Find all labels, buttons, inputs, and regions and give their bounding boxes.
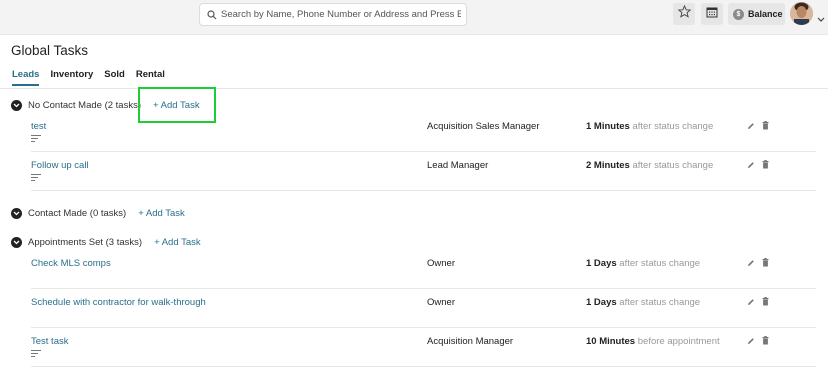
collapse-toggle-icon[interactable] xyxy=(11,208,22,219)
pencil-icon[interactable] xyxy=(747,298,755,309)
pencil-icon[interactable] xyxy=(747,161,755,172)
task-row: test Acquisition Sales Manager 1 Minutes… xyxy=(31,113,816,152)
task-name-link[interactable]: Check MLS comps xyxy=(31,258,111,269)
task-timing-amount: 1 Days xyxy=(586,258,617,269)
task-timing: 1 Days after status change xyxy=(586,258,700,269)
task-role: Acquisition Sales Manager xyxy=(427,121,540,132)
trash-icon[interactable] xyxy=(762,297,769,309)
task-role: Lead Manager xyxy=(427,160,489,171)
chevron-down-icon[interactable] xyxy=(817,10,825,28)
task-name-link[interactable]: Follow up call xyxy=(31,160,89,171)
task-timing: 2 Minutes after status change xyxy=(586,160,713,171)
search-input[interactable] xyxy=(221,9,461,20)
dollar-coin-icon: $ xyxy=(733,8,744,20)
task-name-link[interactable]: Test task xyxy=(31,336,69,347)
task-row: Schedule with contractor for walk-throug… xyxy=(31,289,816,328)
page-title: Global Tasks xyxy=(11,43,89,58)
balance-button[interactable]: $ Balance xyxy=(728,3,785,25)
search-box[interactable] xyxy=(199,3,467,26)
star-icon xyxy=(677,4,691,23)
pencil-icon[interactable] xyxy=(747,259,755,270)
avatar[interactable] xyxy=(790,2,813,25)
trash-icon[interactable] xyxy=(762,160,769,172)
task-timing-relation: after status change xyxy=(619,258,701,269)
task-timing-relation: after status change xyxy=(632,121,714,132)
tab-leads[interactable]: Leads xyxy=(12,69,40,86)
task-timing-relation: before appointment xyxy=(637,336,720,347)
tab-bar: Leads Inventory Sold Rental xyxy=(12,69,176,86)
task-timing: 1 Days after status change xyxy=(586,297,700,308)
tab-rental[interactable]: Rental xyxy=(136,69,165,86)
top-bar: $ Balance xyxy=(0,0,828,35)
task-name-link[interactable]: Schedule with contractor for walk-throug… xyxy=(31,297,206,308)
description-icon xyxy=(31,173,41,184)
task-timing-amount: 2 Minutes xyxy=(586,160,630,171)
collapse-toggle-icon[interactable] xyxy=(11,100,22,111)
add-task-button[interactable]: + Add Task xyxy=(138,208,185,219)
task-timing-amount: 10 Minutes xyxy=(586,336,636,347)
group-title: Appointments Set (3 tasks) xyxy=(28,237,143,248)
task-row: Check MLS comps Owner 1 Days after statu… xyxy=(31,250,816,289)
calendar-icon xyxy=(706,5,718,23)
task-row: Test task Acquisition Manager 10 Minutes… xyxy=(31,328,816,367)
trash-icon[interactable] xyxy=(762,258,769,270)
description-icon xyxy=(31,349,41,360)
tab-inventory[interactable]: Inventory xyxy=(50,69,93,86)
group-title: Contact Made (0 tasks) xyxy=(28,208,127,219)
task-name-link[interactable]: test xyxy=(31,121,46,132)
task-timing-relation: after status change xyxy=(632,160,714,171)
add-task-button[interactable]: + Add Task xyxy=(154,237,201,248)
group-header-contact-made: Contact Made (0 tasks) + Add Task xyxy=(11,208,185,219)
trash-icon[interactable] xyxy=(762,336,769,348)
task-role: Acquisition Manager xyxy=(427,336,514,347)
task-role: Owner xyxy=(427,258,455,269)
pencil-icon[interactable] xyxy=(747,337,755,348)
pencil-icon[interactable] xyxy=(747,122,755,133)
task-row: Follow up call Lead Manager 2 Minutes af… xyxy=(31,152,816,191)
balance-label: Balance xyxy=(748,9,783,19)
favorites-button[interactable] xyxy=(673,3,695,25)
task-timing-amount: 1 Minutes xyxy=(586,121,630,132)
group-title: No Contact Made (2 tasks) xyxy=(28,100,141,111)
tab-divider xyxy=(0,88,828,89)
task-timing: 10 Minutes before appointment xyxy=(586,336,720,347)
task-timing-relation: after status change xyxy=(619,297,701,308)
task-role: Owner xyxy=(427,297,455,308)
description-icon xyxy=(31,134,41,145)
task-timing: 1 Minutes after status change xyxy=(586,121,713,132)
search-icon xyxy=(207,9,217,20)
tab-sold[interactable]: Sold xyxy=(104,69,125,86)
group-header-appointments-set: Appointments Set (3 tasks) + Add Task xyxy=(11,237,201,248)
collapse-toggle-icon[interactable] xyxy=(11,237,22,248)
trash-icon[interactable] xyxy=(762,121,769,133)
calendar-button[interactable] xyxy=(701,3,723,25)
task-timing-amount: 1 Days xyxy=(586,297,617,308)
